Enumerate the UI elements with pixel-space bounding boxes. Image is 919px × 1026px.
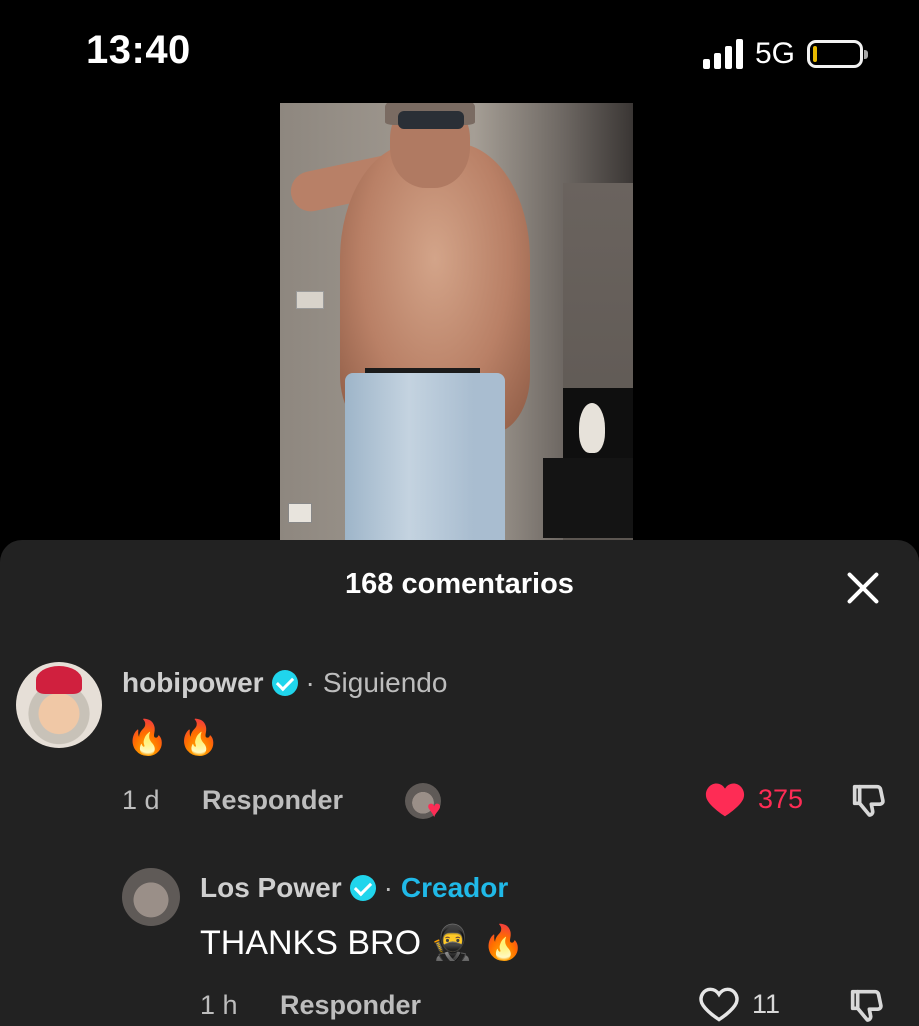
reply-time: 1 h bbox=[200, 990, 238, 1020]
heart-filled-icon bbox=[705, 783, 745, 817]
reply-text: THANKS BRO 🥷 🔥 bbox=[200, 924, 525, 962]
video-thermostat bbox=[296, 291, 324, 309]
video-person-sunglasses bbox=[398, 111, 464, 129]
status-indicators: 5G bbox=[702, 34, 868, 74]
username[interactable]: Los Power bbox=[200, 872, 342, 904]
like-count: 11 bbox=[752, 988, 781, 1019]
close-icon[interactable] bbox=[845, 570, 881, 606]
video-vase bbox=[579, 403, 605, 453]
verified-icon bbox=[349, 875, 376, 901]
verified-icon bbox=[271, 670, 298, 696]
comment-time: 1 d bbox=[122, 785, 160, 815]
dislike-icon[interactable] bbox=[846, 985, 886, 1025]
reply-button[interactable]: Responder bbox=[202, 785, 343, 816]
comments-sheet: 168 comentarios hobipower · Siguiendo 🔥 … bbox=[0, 540, 919, 1026]
creator-label: Creador bbox=[400, 872, 509, 903]
avatar[interactable] bbox=[16, 662, 102, 748]
separator: · bbox=[383, 872, 393, 903]
reply-button[interactable]: Responder bbox=[280, 990, 421, 1021]
comments-count-title: 168 comentarios bbox=[345, 568, 574, 600]
heart-outline-icon bbox=[699, 987, 739, 1022]
username[interactable]: hobipower bbox=[122, 667, 264, 699]
avatar-helmet bbox=[36, 666, 82, 694]
like-count: 375 bbox=[758, 783, 804, 814]
battery-icon bbox=[807, 40, 868, 68]
comment-text: 🔥 🔥 bbox=[126, 719, 221, 757]
avatar[interactable] bbox=[122, 868, 180, 926]
comment-author[interactable]: hobipower · Siguiendo bbox=[122, 667, 447, 699]
video-person-jeans bbox=[345, 373, 505, 543]
separator: · bbox=[305, 667, 315, 698]
dislike-icon[interactable] bbox=[848, 780, 888, 820]
video-shelf bbox=[543, 458, 633, 538]
video-outlet bbox=[288, 503, 312, 523]
screen: 13:40 5G 168 comentarios hobipower · Sig… bbox=[0, 0, 919, 1026]
network-label: 5G bbox=[754, 37, 795, 70]
video-preview[interactable] bbox=[280, 103, 633, 543]
reply-author[interactable]: Los Power · Creador bbox=[200, 872, 508, 904]
like-button[interactable]: 375 bbox=[704, 780, 803, 818]
like-button[interactable]: 11 bbox=[698, 985, 780, 1023]
battery-level bbox=[813, 46, 817, 62]
following-label: Siguiendo bbox=[322, 667, 448, 698]
signal-icon bbox=[702, 39, 743, 69]
status-time: 13:40 bbox=[86, 28, 191, 72]
creator-liked-heart-icon: ♥ bbox=[427, 796, 442, 823]
